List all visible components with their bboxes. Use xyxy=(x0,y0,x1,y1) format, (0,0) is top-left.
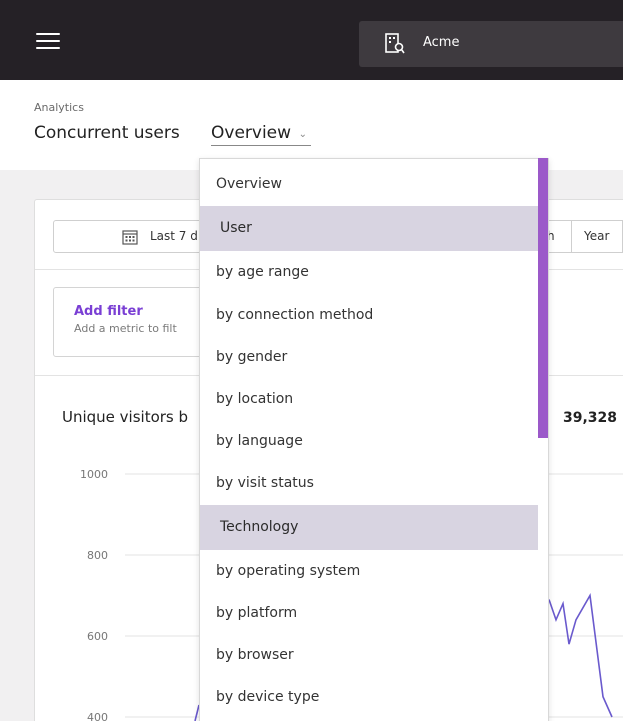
building-search-icon xyxy=(385,33,405,54)
dropdown-option[interactable]: by location xyxy=(200,379,538,419)
dropdown-option[interactable]: by operating system xyxy=(200,551,538,591)
org-name: Acme xyxy=(423,35,460,50)
calendar-icon xyxy=(122,230,138,245)
dropdown-option[interactable]: by connection method xyxy=(200,295,538,335)
view-select[interactable]: Overview ⌄ xyxy=(211,123,312,146)
dropdown-scrollbar[interactable] xyxy=(538,158,548,438)
dropdown-option-label: by language xyxy=(216,433,303,449)
dropdown-option-label: by browser xyxy=(216,647,294,663)
dropdown-option-label: by device type xyxy=(216,689,320,705)
dropdown-option-label: by age range xyxy=(216,264,309,280)
dropdown-option-label: by gender xyxy=(216,349,288,365)
dropdown-option-label: Overview xyxy=(216,176,282,192)
breadcrumb[interactable]: Analytics xyxy=(34,101,84,114)
dropdown-group-label: User xyxy=(220,220,252,236)
dropdown-option[interactable]: by platform xyxy=(200,593,538,633)
chart-title: Unique visitors b xyxy=(62,408,189,426)
hamburger-icon[interactable] xyxy=(36,30,60,50)
add-filter-box[interactable]: Add filter Add a metric to filt xyxy=(53,287,213,357)
date-range-label: Last 7 d xyxy=(150,229,198,243)
dropdown-option[interactable]: by gender xyxy=(200,337,538,377)
view-select-value: Overview xyxy=(211,123,292,143)
dropdown-option-label: by platform xyxy=(216,605,298,621)
dropdown-option-label: by operating system xyxy=(216,563,361,579)
top-bar: Acme xyxy=(0,0,623,80)
date-range-button[interactable]: Last 7 d xyxy=(53,220,213,253)
dropdown-option-label: by connection method xyxy=(216,307,374,323)
page-title: Concurrent users xyxy=(34,123,180,143)
add-filter-title: Add filter xyxy=(74,304,143,319)
segment-year-label: Year xyxy=(584,229,610,243)
dropdown-option-label: by location xyxy=(216,391,294,407)
dropdown-option[interactable]: by language xyxy=(200,421,538,461)
dropdown-group-header: User xyxy=(200,206,538,251)
dropdown-option-label: by visit status xyxy=(216,475,314,491)
dropdown-option[interactable]: by age range xyxy=(200,252,538,292)
chevron-down-icon: ⌄ xyxy=(298,129,308,140)
org-switcher[interactable]: Acme xyxy=(359,21,623,67)
dropdown-option[interactable]: by device type xyxy=(200,677,538,717)
chart-total: 39,328 xyxy=(563,410,618,426)
dropdown-option[interactable]: by browser xyxy=(200,635,538,675)
dropdown-group-header: Technology xyxy=(200,505,538,550)
dropdown-option[interactable]: Overview xyxy=(200,164,538,204)
dropdown-group-label: Technology xyxy=(220,519,299,535)
dropdown-option[interactable]: by visit status xyxy=(200,463,538,503)
add-filter-subtitle: Add a metric to filt xyxy=(74,322,177,335)
segment-year[interactable]: Year xyxy=(571,220,623,253)
